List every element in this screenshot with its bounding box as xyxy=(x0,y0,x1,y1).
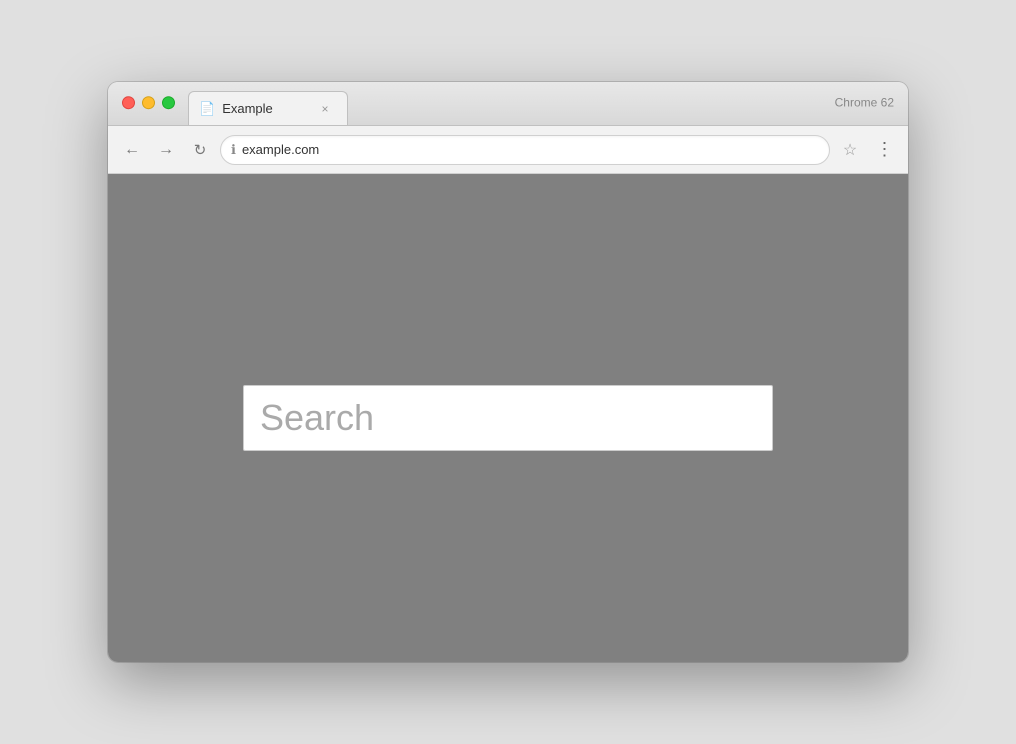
title-bar: 📄 Example × Chrome 62 xyxy=(108,82,908,126)
address-bar[interactable]: ℹ example.com xyxy=(220,135,830,165)
menu-button[interactable]: ⋮ xyxy=(870,136,898,164)
tab-page-icon: 📄 xyxy=(199,101,215,117)
traffic-lights xyxy=(122,96,175,109)
toolbar: ← → ↻ ℹ example.com ☆ ⋮ xyxy=(108,126,908,174)
refresh-button[interactable]: ↻ xyxy=(186,136,214,164)
search-input[interactable] xyxy=(243,385,773,451)
tab-close-button[interactable]: × xyxy=(317,101,333,117)
minimize-button[interactable] xyxy=(142,96,155,109)
maximize-button[interactable] xyxy=(162,96,175,109)
close-button[interactable] xyxy=(122,96,135,109)
tab-area: 📄 Example × xyxy=(188,91,898,125)
active-tab[interactable]: 📄 Example × xyxy=(188,91,348,125)
browser-window: 📄 Example × Chrome 62 ← → ↻ ℹ example.co… xyxy=(108,82,908,662)
forward-button[interactable]: → xyxy=(152,136,180,164)
info-icon: ℹ xyxy=(231,142,236,158)
address-text: example.com xyxy=(242,142,819,157)
tab-title: Example xyxy=(222,101,310,116)
page-content xyxy=(108,174,908,662)
back-button[interactable]: ← xyxy=(118,136,146,164)
bookmark-button[interactable]: ☆ xyxy=(836,136,864,164)
chrome-version-label: Chrome 62 xyxy=(835,95,894,109)
